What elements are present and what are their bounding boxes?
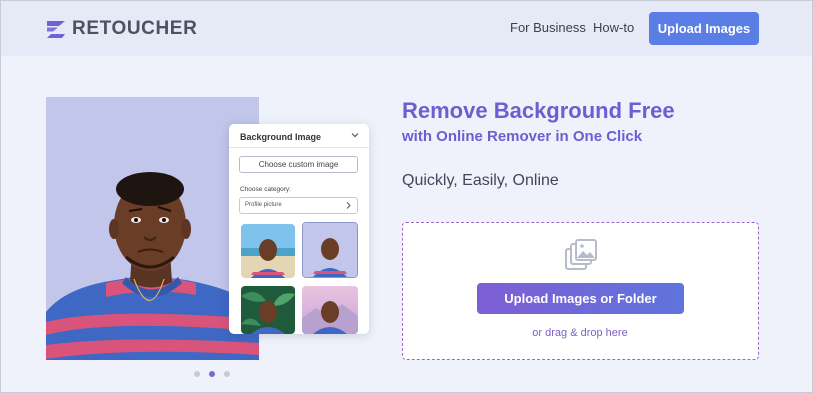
page: RETOUCHER For Business How-to Upload Ima…: [0, 0, 813, 393]
choose-custom-image-button[interactable]: Choose custom image: [239, 156, 358, 173]
nav-for-business[interactable]: For Business: [510, 20, 586, 35]
logo[interactable]: RETOUCHER: [45, 16, 197, 42]
background-thumbnail-lavender[interactable]: [302, 222, 358, 278]
drag-drop-hint: or drag & drop here: [532, 327, 628, 339]
upload-dropzone[interactable]: Upload Images or Folder or drag & drop h…: [402, 222, 759, 360]
upload-images-or-folder-button[interactable]: Upload Images or Folder: [477, 283, 684, 314]
category-select[interactable]: Profile picture: [239, 197, 358, 214]
background-thumbnail-beach[interactable]: [241, 224, 295, 278]
background-card-title: Background Image: [240, 132, 322, 142]
chevron-down-icon[interactable]: [350, 130, 360, 140]
tagline: Quickly, Easily, Online: [402, 172, 559, 189]
carousel-dots: [194, 371, 230, 377]
logo-icon: [47, 21, 65, 38]
background-thumbnail-pink-sky[interactable]: [302, 286, 358, 334]
background-thumbnail-leaves[interactable]: [241, 286, 295, 334]
page-title: Remove Background Free: [402, 98, 675, 123]
gallery-icon: [565, 239, 597, 270]
category-label: Choose category:: [240, 186, 291, 193]
carousel-dot-active[interactable]: [209, 371, 215, 377]
header: RETOUCHER For Business How-to Upload Ima…: [1, 1, 812, 56]
header-upload-button[interactable]: Upload Images: [649, 12, 759, 45]
chevron-right-icon: [346, 202, 351, 209]
nav-how-to[interactable]: How-to: [593, 20, 634, 35]
hero-photo: [46, 97, 259, 360]
carousel-dot[interactable]: [224, 371, 230, 377]
divider: [229, 147, 369, 148]
person-illustration: [46, 172, 259, 360]
background-card: Background Image Choose custom image Cho…: [229, 124, 369, 334]
carousel-dot[interactable]: [194, 371, 200, 377]
page-subtitle: with Online Remover in One Click: [402, 128, 643, 145]
category-value: Profile picture: [245, 202, 282, 208]
logo-text: RETOUCHER: [72, 18, 198, 39]
